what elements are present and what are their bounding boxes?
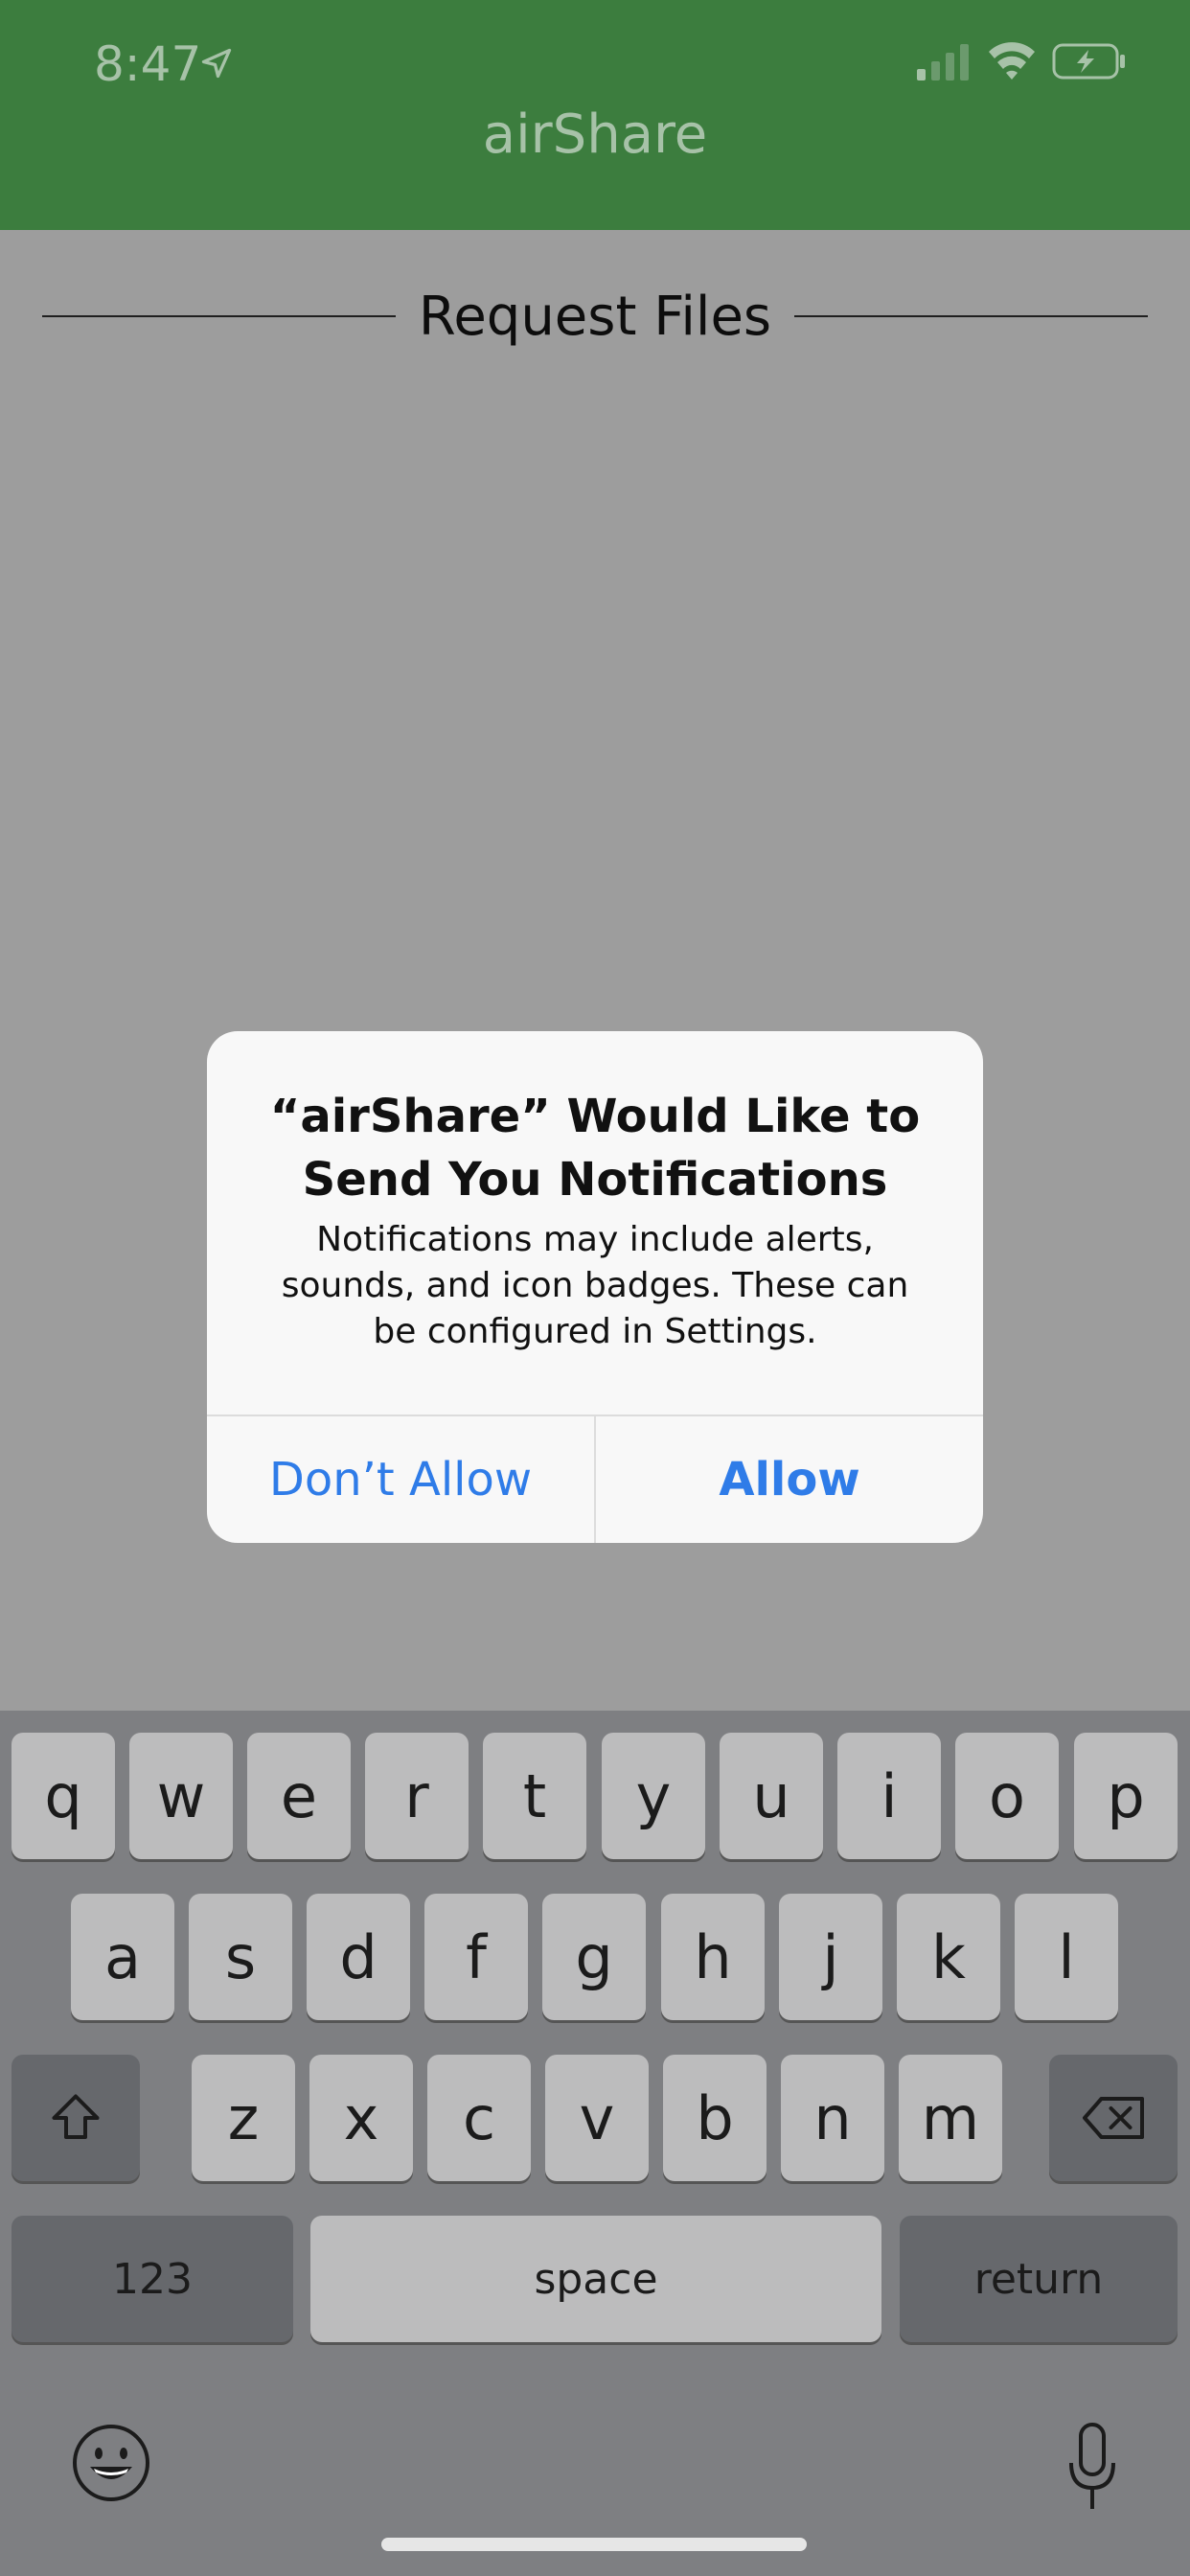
wifi-icon	[989, 42, 1035, 80]
section-header: Request Files	[42, 268, 1148, 364]
key-g[interactable]: g	[542, 1894, 646, 2020]
dont-allow-button[interactable]: Don’t Allow	[207, 1416, 596, 1543]
key-r[interactable]: r	[365, 1733, 469, 1859]
emoji-icon[interactable]	[71, 2423, 151, 2503]
notification-permission-alert: “airShare” Would Like to Send You Notifi…	[207, 1031, 983, 1543]
status-time: 8:47	[94, 36, 202, 92]
key-o[interactable]: o	[955, 1733, 1059, 1859]
shift-key[interactable]	[11, 2055, 140, 2181]
key-p[interactable]: p	[1074, 1733, 1178, 1859]
allow-button[interactable]: Allow	[596, 1416, 983, 1543]
divider-right	[794, 315, 1148, 317]
key-z[interactable]: z	[192, 2055, 295, 2181]
key-w[interactable]: w	[129, 1733, 233, 1859]
key-m[interactable]: m	[899, 2055, 1002, 2181]
key-v[interactable]: v	[545, 2055, 649, 2181]
alert-title: “airShare” Would Like to Send You Notifi…	[269, 1090, 921, 1207]
key-i[interactable]: i	[837, 1733, 941, 1859]
key-t[interactable]: t	[483, 1733, 586, 1859]
key-e[interactable]: e	[247, 1733, 351, 1859]
home-indicator[interactable]	[381, 2538, 807, 2551]
key-k[interactable]: k	[897, 1894, 1000, 2020]
key-u[interactable]: u	[720, 1733, 823, 1859]
key-c[interactable]: c	[427, 2055, 531, 2181]
numbers-key[interactable]: 123	[11, 2216, 293, 2342]
space-key[interactable]: space	[310, 2216, 881, 2342]
key-h[interactable]: h	[661, 1894, 765, 2020]
battery-charging-icon	[1052, 43, 1125, 80]
microphone-icon[interactable]	[1064, 2421, 1121, 2513]
delete-key[interactable]	[1049, 2055, 1178, 2181]
shift-icon	[52, 2094, 100, 2139]
key-j[interactable]: j	[779, 1894, 882, 2020]
key-n[interactable]: n	[781, 2055, 884, 2181]
key-l[interactable]: l	[1015, 1894, 1118, 2020]
divider-left	[42, 315, 396, 317]
key-d[interactable]: d	[307, 1894, 410, 2020]
key-a[interactable]: a	[71, 1894, 174, 2020]
location-arrow-icon	[201, 48, 232, 79]
key-s[interactable]: s	[189, 1894, 292, 2020]
key-y[interactable]: y	[602, 1733, 705, 1859]
alert-message: Notifications may include alerts, sounds…	[281, 1220, 909, 1351]
backspace-icon	[1083, 2097, 1144, 2139]
key-b[interactable]: b	[663, 2055, 767, 2181]
section-title: Request Files	[418, 285, 772, 348]
cellular-signal-icon	[917, 44, 969, 80]
key-x[interactable]: x	[309, 2055, 413, 2181]
key-f[interactable]: f	[424, 1894, 528, 2020]
key-q[interactable]: q	[11, 1733, 115, 1859]
navigation-bar: 8:47 airShare	[0, 0, 1190, 230]
alert-button-row: Don’t Allow Allow	[207, 1414, 983, 1543]
nav-title: airShare	[482, 104, 708, 166]
return-key[interactable]: return	[900, 2216, 1178, 2342]
